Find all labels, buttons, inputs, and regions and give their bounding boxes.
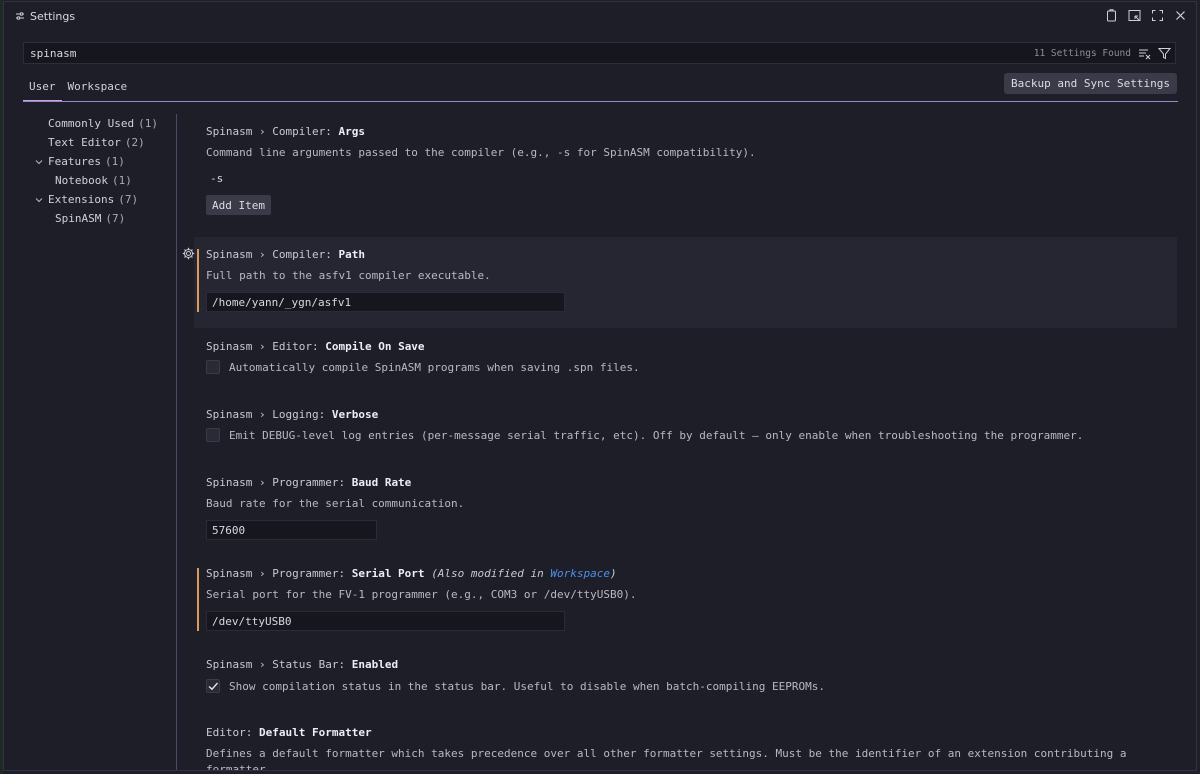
setting-compiler-path: Spinasm › Compiler: Path Full path to th…	[182, 237, 1177, 328]
setting-name: Compile On Save	[325, 340, 425, 353]
chevron-down-icon	[35, 159, 43, 164]
setting-title: Spinasm › Compiler: Args	[206, 125, 365, 138]
toc-count: (2)	[124, 136, 145, 149]
tab-divider	[23, 101, 1178, 102]
baud-rate-input[interactable]	[206, 520, 377, 540]
setting-name: Verbose	[331, 408, 379, 421]
setting-name: Path	[338, 248, 365, 261]
setting-title: Spinasm › Status Bar: Enabled	[206, 658, 398, 671]
compile-on-save-checkbox[interactable]	[206, 360, 220, 374]
clear-filter-icon[interactable]	[1137, 46, 1151, 60]
toc-item-features[interactable]: Features (1)	[32, 152, 182, 171]
setting-category: Spinasm › Programmer:	[206, 567, 352, 580]
setting-category: Spinasm › Compiler:	[206, 248, 339, 261]
modified-note: (Also modified in	[431, 567, 551, 580]
toc-item-text-editor[interactable]: Text Editor (2)	[32, 133, 182, 152]
setting-title: Spinasm › Programmer: Serial Port (Also …	[206, 567, 617, 580]
toc-item-commonly-used[interactable]: Commonly Used (1)	[32, 114, 182, 133]
setting-category: Spinasm › Programmer:	[206, 476, 352, 489]
setting-description: Full path to the asfv1 compiler executab…	[206, 269, 491, 282]
split-editor-icon[interactable]	[1127, 8, 1142, 23]
setting-title: Spinasm › Logging: Verbose	[206, 408, 378, 421]
tab-user[interactable]: User	[23, 76, 62, 101]
settings-window: Settings 11 Settings Found	[3, 1, 1197, 771]
setting-description: Defines a default formatter which takes …	[206, 747, 1127, 760]
setting-default-formatter: Editor: Default Formatter Defines a defa…	[194, 713, 1177, 771]
setting-name: Enabled	[351, 658, 399, 671]
toc-count: (1)	[138, 117, 158, 130]
chevron-down-icon	[35, 197, 43, 202]
add-item-button[interactable]: Add Item	[206, 195, 271, 215]
gear-icon[interactable]	[182, 247, 195, 260]
toc-divider	[176, 114, 177, 770]
setting-category: Spinasm › Editor:	[206, 340, 326, 353]
verbose-checkbox[interactable]	[206, 428, 220, 442]
toc-item-extensions[interactable]: Extensions (7)	[32, 190, 182, 209]
backup-sync-button[interactable]: Backup and Sync Settings	[1004, 73, 1177, 94]
list-item-value[interactable]: -s	[210, 172, 223, 185]
title-bar: Settings	[4, 2, 1196, 30]
modified-indicator	[197, 568, 199, 631]
settings-sliders-icon	[16, 12, 24, 20]
toc-item-notebook[interactable]: Notebook (1)	[32, 171, 182, 190]
toc-label: Notebook	[55, 174, 108, 187]
tab-workspace[interactable]: Workspace	[62, 76, 134, 101]
setting-title: Editor: Default Formatter	[206, 726, 372, 739]
checkbox-label: Emit DEBUG-level log entries (per-messag…	[229, 429, 1084, 442]
setting-description-continued: formatter.	[206, 763, 273, 771]
compiler-path-input[interactable]	[206, 292, 565, 312]
setting-category: Spinasm › Compiler:	[206, 125, 339, 138]
setting-status-bar-enabled: Spinasm › Status Bar: Enabled Show compi…	[194, 645, 1177, 713]
toc-label: Features	[48, 155, 101, 168]
window-title: Settings	[30, 9, 76, 23]
toc-count: (1)	[111, 174, 132, 187]
settings-found-count: 11 Settings Found	[1033, 47, 1131, 59]
toc-count: (7)	[118, 193, 139, 206]
search-input[interactable]	[24, 45, 1034, 61]
check-icon	[208, 682, 219, 691]
maximize-icon[interactable]	[1150, 8, 1165, 23]
setting-logging-verbose: Spinasm › Logging: Verbose Emit DEBUG-le…	[194, 396, 1177, 464]
setting-title: Spinasm › Editor: Compile On Save	[206, 340, 425, 353]
modified-note-end: )	[610, 567, 617, 580]
toc-label: SpinASM	[55, 212, 102, 225]
setting-description: Serial port for the FV-1 programmer (e.g…	[206, 588, 637, 601]
settings-search-box: 11 Settings Found	[23, 42, 1176, 64]
setting-name: Serial Port	[351, 567, 425, 580]
checkbox-label: Show compilation status in the status ba…	[229, 680, 826, 693]
status-bar-checkbox[interactable]	[206, 679, 220, 693]
toc-label: Text Editor	[48, 136, 121, 149]
close-icon[interactable]	[1173, 8, 1188, 23]
modified-indicator	[197, 249, 199, 312]
setting-description: Baud rate for the serial communication.	[206, 497, 465, 510]
filter-icon[interactable]	[1157, 46, 1171, 60]
toc-count: (7)	[105, 212, 126, 225]
setting-compiler-args: Spinasm › Compiler: Args Command line ar…	[194, 114, 1177, 229]
toc-label: Extensions	[48, 193, 115, 206]
table-of-contents: Commonly Used (1) Text Editor (2) Features…	[32, 114, 182, 228]
open-json-icon[interactable]	[1104, 8, 1119, 23]
serial-port-input[interactable]	[206, 611, 565, 631]
setting-category: Spinasm › Logging:	[206, 408, 332, 421]
setting-title: Spinasm › Compiler: Path	[206, 248, 365, 261]
checkbox-label: Automatically compile SpinASM programs w…	[229, 361, 640, 374]
setting-description: Command line arguments passed to the com…	[206, 146, 756, 159]
setting-name: Default Formatter	[258, 726, 372, 739]
settings-scope-tabs: User Workspace	[23, 76, 133, 101]
setting-compile-on-save: Spinasm › Editor: Compile On Save Automa…	[194, 328, 1177, 396]
toc-label: Commonly Used	[48, 117, 135, 130]
setting-baud-rate: Spinasm › Programmer: Baud Rate Baud rat…	[194, 464, 1177, 554]
setting-title: Spinasm › Programmer: Baud Rate	[206, 476, 411, 489]
setting-category: Spinasm › Status Bar:	[206, 658, 352, 671]
setting-serial-port: Spinasm › Programmer: Serial Port (Also …	[194, 554, 1177, 645]
toc-item-spinasm[interactable]: SpinASM (7)	[32, 209, 182, 228]
setting-name: Baud Rate	[351, 476, 412, 489]
setting-category: Editor:	[206, 726, 259, 739]
toc-count: (1)	[104, 155, 125, 168]
setting-name: Args	[338, 125, 365, 138]
workspace-link[interactable]: Workspace	[550, 567, 610, 580]
